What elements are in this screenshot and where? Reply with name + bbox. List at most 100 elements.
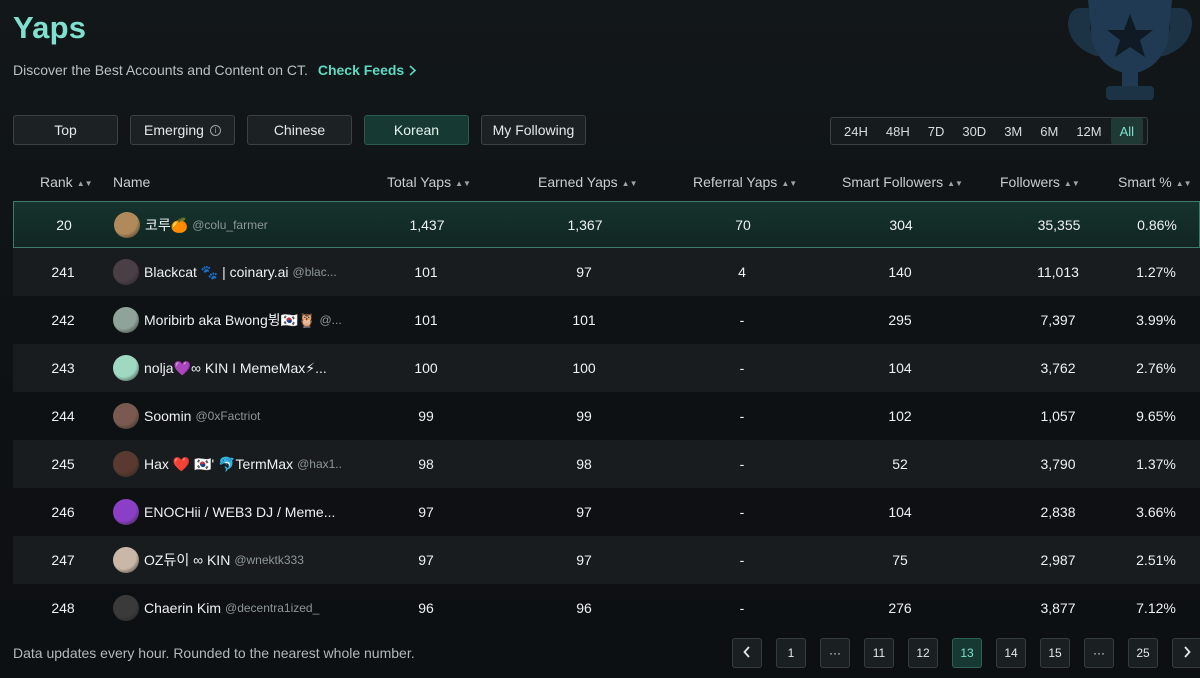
current-page-button[interactable]: 13 xyxy=(952,638,982,668)
range-7d[interactable]: 7D xyxy=(919,118,954,144)
col-referral-yaps[interactable]: Referral Yaps ▲▼ xyxy=(693,174,797,190)
followers-cell: 35,355 xyxy=(1037,216,1081,233)
tab-emerging[interactable]: Emerging i xyxy=(130,115,235,145)
feed-filter-tabs: Top Emerging i Chinese Korean My Followin… xyxy=(13,115,586,145)
range-all[interactable]: All xyxy=(1110,118,1144,144)
smart-followers-cell: 104 xyxy=(888,504,912,520)
col-smart-followers-label: Smart Followers xyxy=(842,174,944,190)
page-button[interactable]: 15 xyxy=(1040,638,1070,668)
earned-yaps-cell: 97 xyxy=(576,504,592,520)
col-earned-yaps-label: Earned Yaps xyxy=(538,174,618,190)
chevron-left-icon xyxy=(743,645,751,661)
smart-pct-cell: 1.37% xyxy=(1136,456,1176,472)
name-cell[interactable]: Moribirb aka Bwong뷩🇰🇷🦉 @... xyxy=(113,296,343,344)
handle: @colu_farmer xyxy=(192,217,268,232)
earned-yaps-cell: 98 xyxy=(576,456,592,472)
earned-yaps-cell: 97 xyxy=(576,552,592,568)
rank-cell: 241 xyxy=(51,264,75,280)
name-cell[interactable]: nolja💜∞ KIN I MemeMax⚡... xyxy=(113,344,343,392)
col-rank[interactable]: Rank ▲▼ xyxy=(40,174,93,190)
page-ellipsis[interactable]: ··· xyxy=(820,638,850,668)
page-button[interactable]: 14 xyxy=(996,638,1026,668)
name-cell[interactable]: OZ듀이 ∞ KIN @wnektk333 xyxy=(113,536,343,584)
handle: @hax1... xyxy=(297,457,343,471)
sort-icon: ▲▼ xyxy=(621,179,638,188)
table-row[interactable]: 248 Chaerin Kim @decentra1ized_ 96 96 - … xyxy=(13,584,1200,624)
col-smart-pct-label: Smart % xyxy=(1118,174,1172,190)
display-name: Chaerin Kim xyxy=(144,600,222,616)
check-feeds-label: Check Feeds xyxy=(317,62,405,78)
name-cell[interactable]: Soomin @0xFactriot xyxy=(113,392,343,440)
earned-yaps-cell: 101 xyxy=(572,312,596,328)
smart-followers-cell: 140 xyxy=(888,264,912,280)
table-row[interactable]: 245 Hax ❤️ 🇰🇷' 🐬TermMax @hax1... 98 98 -… xyxy=(13,440,1200,488)
tab-korean[interactable]: Korean xyxy=(364,115,469,145)
range-6m[interactable]: 6M xyxy=(1031,118,1067,144)
followers-cell: 7,397 xyxy=(1040,312,1076,328)
range-48h[interactable]: 48H xyxy=(877,118,919,144)
range-24h[interactable]: 24H xyxy=(835,118,877,144)
followers-cell: 11,013 xyxy=(1037,264,1079,280)
tab-top[interactable]: Top xyxy=(13,115,118,145)
next-page-button[interactable] xyxy=(1172,638,1200,668)
page-button[interactable]: 12 xyxy=(908,638,938,668)
page-button[interactable]: 25 xyxy=(1128,638,1158,668)
rank-cell: 20 xyxy=(56,216,72,233)
name-cell[interactable]: ENOCHii / WEB3 DJ / Meme... xyxy=(113,488,343,536)
tab-chinese[interactable]: Chinese xyxy=(247,115,352,145)
referral-yaps-cell: - xyxy=(739,360,745,376)
tab-korean-label: Korean xyxy=(393,122,440,138)
earned-yaps-cell: 97 xyxy=(576,264,592,280)
handle: @... xyxy=(319,313,342,327)
table-row[interactable]: 241 Blackcat 🐾 | coinary.ai @blac... 101… xyxy=(13,248,1200,296)
rank-cell: 248 xyxy=(51,600,75,616)
name-cell[interactable]: Blackcat 🐾 | coinary.ai @blac... xyxy=(113,248,343,296)
table-row[interactable]: 244 Soomin @0xFactriot 99 99 - 102 1,057… xyxy=(13,392,1200,440)
tab-top-label: Top xyxy=(54,122,77,138)
followers-cell: 2,987 xyxy=(1040,552,1076,568)
page-ellipsis[interactable]: ··· xyxy=(1084,638,1114,668)
sort-icon: ▲▼ xyxy=(947,179,963,188)
range-30d[interactable]: 30D xyxy=(953,118,995,144)
col-total-yaps-label: Total Yaps xyxy=(387,174,452,190)
table-row[interactable]: 246 ENOCHii / WEB3 DJ / Meme... 97 97 - … xyxy=(13,488,1200,536)
table-row[interactable]: 247 OZ듀이 ∞ KIN @wnektk333 97 97 - 75 2,9… xyxy=(13,536,1200,584)
referral-yaps-cell: 70 xyxy=(735,216,751,233)
page-button[interactable]: 1 xyxy=(776,638,806,668)
col-name: Name xyxy=(113,174,150,190)
referral-yaps-cell: - xyxy=(739,312,745,328)
page-button[interactable]: 11 xyxy=(864,638,894,668)
table-row[interactable]: 242 Moribirb aka Bwong뷩🇰🇷🦉 @... 101 101 … xyxy=(13,296,1200,344)
check-feeds-link[interactable]: Check Feeds xyxy=(318,62,417,78)
smart-pct-cell: 7.12% xyxy=(1136,600,1176,616)
col-followers[interactable]: Followers ▲▼ xyxy=(1000,174,1080,190)
name-cell[interactable]: Hax ❤️ 🇰🇷' 🐬TermMax @hax1... xyxy=(113,440,343,488)
total-yaps-cell: 1,437 xyxy=(409,216,445,233)
col-smart-pct[interactable]: Smart % ▲▼ xyxy=(1118,174,1192,190)
prev-page-button[interactable] xyxy=(732,638,762,668)
range-12m[interactable]: 12M xyxy=(1067,118,1110,144)
display-name: ENOCHii / WEB3 DJ / Meme... xyxy=(144,504,336,520)
range-3m[interactable]: 3M xyxy=(995,118,1031,144)
display-name: Soomin xyxy=(144,408,192,424)
referral-yaps-cell: - xyxy=(739,552,745,568)
name-cell[interactable]: 코루🍊 @colu_farmer xyxy=(114,202,344,247)
smart-pct-cell: 2.51% xyxy=(1136,552,1176,568)
display-name: Moribirb aka Bwong뷩🇰🇷🦉 xyxy=(144,312,316,328)
smart-followers-cell: 52 xyxy=(892,456,908,472)
pagination: 1 ··· 11 12 13 14 15 ··· 25 xyxy=(732,638,1200,668)
table-row[interactable]: 20 코루🍊 @colu_farmer 1,437 1,367 70 304 3… xyxy=(13,201,1200,248)
referral-yaps-cell: - xyxy=(739,408,745,424)
tab-my-following[interactable]: My Following xyxy=(481,115,586,145)
col-total-yaps[interactable]: Total Yaps ▲▼ xyxy=(387,174,471,190)
rank-cell: 247 xyxy=(51,552,75,568)
avatar xyxy=(113,499,139,525)
col-smart-followers[interactable]: Smart Followers ▲▼ xyxy=(842,174,963,190)
earned-yaps-cell: 100 xyxy=(572,360,596,376)
col-earned-yaps[interactable]: Earned Yaps ▲▼ xyxy=(538,174,638,190)
table-row[interactable]: 243 nolja💜∞ KIN I MemeMax⚡... 100 100 - … xyxy=(13,344,1200,392)
name-cell[interactable]: Chaerin Kim @decentra1ized_ xyxy=(113,584,343,624)
referral-yaps-cell: - xyxy=(739,456,745,472)
handle: @blac... xyxy=(292,265,337,279)
referral-yaps-cell: - xyxy=(739,504,745,520)
